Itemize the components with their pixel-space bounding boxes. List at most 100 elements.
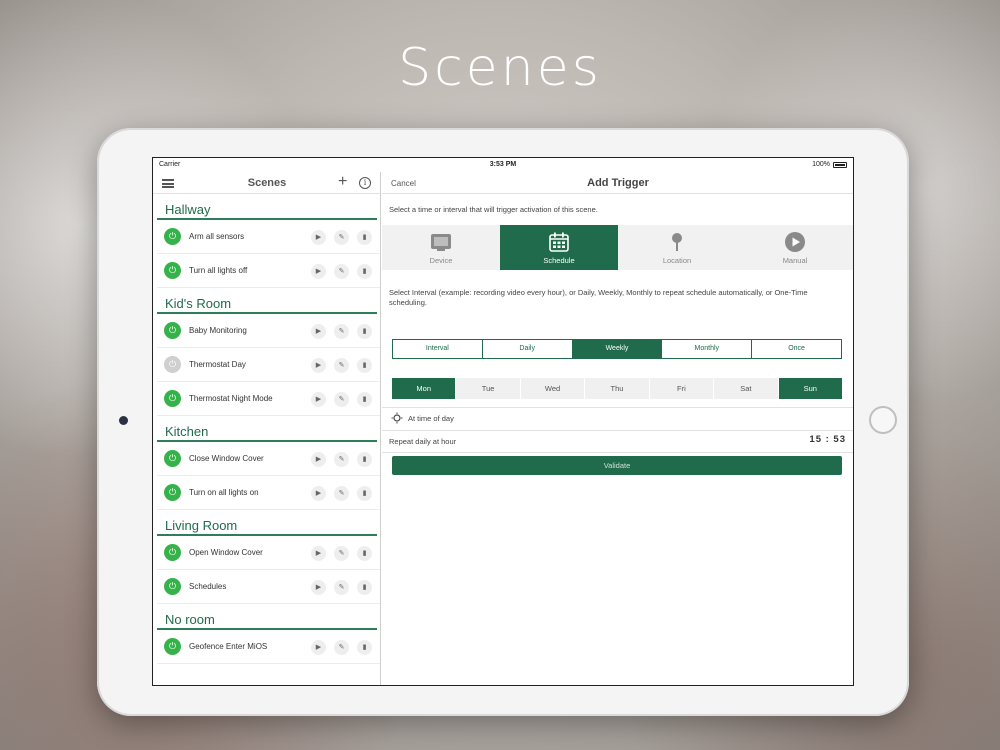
tab-location[interactable]: Location [618, 225, 736, 270]
divider [382, 452, 853, 453]
edit-icon[interactable]: ✎ [334, 324, 349, 339]
tab-schedule[interactable]: Schedule [500, 225, 618, 270]
period-option-once[interactable]: Once [751, 340, 841, 358]
home-button[interactable] [869, 406, 897, 434]
power-toggle-icon[interactable]: ⏻ [164, 322, 181, 339]
day-wed[interactable]: Wed [520, 378, 585, 399]
scene-row[interactable]: ⏻ Turn all lights off ▶ ✎ ▮ [157, 254, 380, 288]
day-sat[interactable]: Sat [714, 378, 778, 399]
scene-row[interactable]: ⏻ Close Window Cover ▶ ✎ ▮ [157, 442, 380, 476]
scene-name: Baby Monitoring [189, 326, 247, 335]
scene-name: Turn all lights off [189, 266, 248, 275]
validate-button[interactable]: Validate [392, 456, 842, 475]
battery-icon [833, 161, 847, 168]
edit-icon[interactable]: ✎ [334, 546, 349, 561]
trash-icon[interactable]: ▮ [357, 264, 372, 279]
scene-row[interactable]: ⏻ Turn on all lights on ▶ ✎ ▮ [157, 476, 380, 510]
add-trigger-title: Add Trigger [587, 177, 649, 189]
scene-row[interactable]: ⏻ Thermostat Day ▶ ✎ ▮ [157, 348, 380, 382]
power-toggle-icon[interactable]: ⏻ [164, 638, 181, 655]
play-circle-icon [785, 232, 805, 252]
power-toggle-icon[interactable]: ⏻ [164, 544, 181, 561]
play-icon[interactable]: ▶ [311, 264, 326, 279]
trash-icon[interactable]: ▮ [357, 640, 372, 655]
edit-icon[interactable]: ✎ [334, 580, 349, 595]
play-icon[interactable]: ▶ [311, 546, 326, 561]
power-toggle-icon[interactable]: ⏻ [164, 262, 181, 279]
play-icon[interactable]: ▶ [311, 358, 326, 373]
edit-icon[interactable]: ✎ [334, 452, 349, 467]
divider [382, 407, 853, 408]
battery-percent: 100% [812, 161, 830, 168]
sun-moon-icon [391, 412, 403, 424]
trash-icon[interactable]: ▮ [357, 392, 372, 407]
play-icon[interactable]: ▶ [311, 324, 326, 339]
period-option-daily[interactable]: Daily [481, 340, 572, 358]
edit-icon[interactable]: ✎ [334, 230, 349, 245]
play-icon[interactable]: ▶ [311, 486, 326, 501]
trash-icon[interactable]: ▮ [357, 230, 372, 245]
tab-location-label: Location [662, 256, 692, 265]
room-title: Kid's Room [157, 288, 377, 314]
period-option-monthly[interactable]: Monthly [661, 340, 751, 358]
power-toggle-icon[interactable]: ⏻ [164, 390, 181, 407]
clock: 3:53 PM [489, 161, 517, 168]
play-icon[interactable]: ▶ [311, 640, 326, 655]
room-section: No room ⏻ Geofence Enter MiOS ▶ ✎ ▮ [153, 604, 380, 664]
period-segmented-control: Interval Daily Weekly Monthly Once [392, 339, 842, 359]
play-icon[interactable]: ▶ [311, 230, 326, 245]
scene-row[interactable]: ⏻ Thermostat Night Mode ▶ ✎ ▮ [157, 382, 380, 416]
trash-icon[interactable]: ▮ [357, 324, 372, 339]
room-section: Kitchen ⏻ Close Window Cover ▶ ✎ ▮ ⏻ Turn on al… [153, 416, 380, 510]
edit-icon[interactable]: ✎ [334, 640, 349, 655]
play-icon[interactable]: ▶ [311, 392, 326, 407]
edit-icon[interactable]: ✎ [334, 392, 349, 407]
scene-row[interactable]: ⏻ Geofence Enter MiOS ▶ ✎ ▮ [157, 630, 380, 664]
camera-icon [119, 416, 128, 425]
trash-icon[interactable]: ▮ [357, 580, 372, 595]
day-sun[interactable]: Sun [778, 378, 842, 399]
play-icon[interactable]: ▶ [311, 452, 326, 467]
period-option-weekly[interactable]: Weekly [571, 340, 662, 358]
power-toggle-icon[interactable]: ⏻ [164, 484, 181, 501]
day-thu[interactable]: Thu [585, 378, 649, 399]
day-fri[interactable]: Fri [649, 378, 714, 399]
trigger-type-tabs: Device Schedule Location Manual [382, 225, 853, 270]
tab-schedule-label: Schedule [543, 256, 575, 265]
trash-icon[interactable]: ▮ [357, 358, 372, 373]
add-scene-button[interactable]: + [338, 173, 347, 191]
scene-name: Close Window Cover [189, 454, 264, 463]
scene-row[interactable]: ⏻ Schedules ▶ ✎ ▮ [157, 570, 380, 604]
trash-icon[interactable]: ▮ [357, 546, 372, 561]
power-toggle-icon[interactable]: ⏻ [164, 450, 181, 467]
power-toggle-icon[interactable]: ⏻ [164, 578, 181, 595]
edit-icon[interactable]: ✎ [334, 486, 349, 501]
scene-row[interactable]: ⏻ Baby Monitoring ▶ ✎ ▮ [157, 314, 380, 348]
power-toggle-icon[interactable]: ⏻ [164, 356, 181, 373]
edit-icon[interactable]: ✎ [334, 264, 349, 279]
trash-icon[interactable]: ▮ [357, 486, 372, 501]
scene-name: Open Window Cover [189, 548, 263, 557]
divider [382, 430, 853, 431]
power-toggle-icon[interactable]: ⏻ [164, 228, 181, 245]
tab-device[interactable]: Device [382, 225, 500, 270]
tab-device-label: Device [429, 256, 453, 265]
period-option-interval[interactable]: Interval [393, 340, 482, 358]
intro-text: Select a time or interval that will trig… [389, 205, 598, 214]
scene-row[interactable]: ⏻ Arm all sensors ▶ ✎ ▮ [157, 220, 380, 254]
info-icon[interactable]: i [359, 177, 371, 189]
room-section: Hallway ⏻ Arm all sensors ▶ ✎ ▮ ⏻ Turn all ligh… [153, 194, 380, 288]
scene-name: Turn on all lights on [189, 488, 259, 497]
trash-icon[interactable]: ▮ [357, 452, 372, 467]
tab-manual[interactable]: Manual [736, 225, 853, 270]
scene-row[interactable]: ⏻ Open Window Cover ▶ ✎ ▮ [157, 536, 380, 570]
play-icon[interactable]: ▶ [311, 580, 326, 595]
edit-icon[interactable]: ✎ [334, 358, 349, 373]
day-tue[interactable]: Tue [456, 378, 520, 399]
status-bar: Carrier 3:53 PM 100% [153, 158, 853, 172]
scenes-panel: Scenes + i Hallway ⏻ Arm all sensors ▶ ✎ ▮ ⏻ Tu… [153, 172, 381, 685]
hour-value[interactable]: 15 : 53 [809, 434, 846, 445]
day-mon[interactable]: Mon [392, 378, 456, 399]
time-mode-row[interactable]: At time of day [391, 412, 454, 424]
scene-name: Thermostat Night Mode [189, 394, 273, 403]
